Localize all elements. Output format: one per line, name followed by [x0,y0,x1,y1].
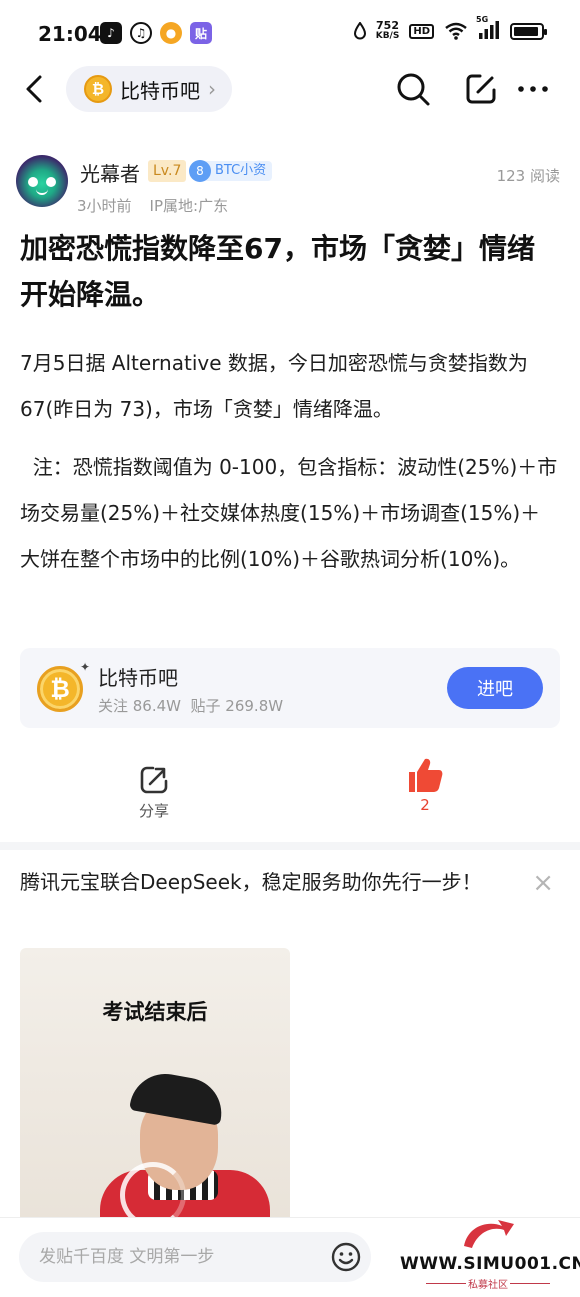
battery-icon [510,22,547,40]
network-speed: 752 KB/S [376,20,400,42]
status-bar: 21:04 ♪ ♫ ● 贴 752 KB/S HD 5G [0,0,580,64]
back-icon[interactable] [20,72,52,106]
post-title: 加密恐慌指数降至67，市场「贪婪」情绪开始降温。 [20,232,535,311]
share-label: 分享 [138,802,169,820]
speed-unit: KB/S [375,31,400,41]
forum-name: 比特币吧 [120,78,200,103]
forum-card[interactable]: ₿ ✦ 比特币吧 关注 86.4W 贴子 269.8W 进吧 [20,648,560,728]
forum-card-stats: 关注 86.4W 贴子 269.8W [98,697,284,715]
tiktok-icon: ♪ [100,22,122,44]
read-count: 123 阅读 [496,167,560,185]
share-icon [140,766,168,794]
status-indicators: 752 KB/S HD 5G [353,15,547,42]
close-icon[interactable]: × [532,870,554,896]
search-icon[interactable] [394,70,432,108]
author-avatar[interactable] [16,155,68,207]
tieba-icon: 贴 [190,22,212,44]
btc-tag: BTC小资 [203,161,273,181]
btc-level-icon: 8 [189,160,211,182]
author-name[interactable]: 光幕者 [80,158,140,187]
weibo-icon: ● [160,22,182,44]
post-time: 3小时前 [77,197,132,215]
btc-badge: 8 BTC小资 [189,159,273,183]
watermark-line [510,1283,550,1284]
status-time: 21:04 [38,22,102,46]
hd-badge: HD [409,23,434,39]
netease-icon: ♫ [130,22,152,44]
avatar-mouth [36,189,48,195]
bitcoin-icon: ₿ [37,666,83,712]
speed-value: 752 [376,19,399,32]
like-count: 2 [420,796,430,814]
ip-location: IP属地:广东 [149,197,229,215]
edit-icon[interactable] [462,70,500,108]
forum-pill[interactable]: ₿ 比特币吧 › [66,66,232,112]
like-button[interactable]: 2 [402,756,448,820]
sparkle-icon: ✦ [80,660,91,674]
bitcoin-icon: ₿ [84,75,112,103]
post-meta: 3小时前 IP属地:广东 [77,195,228,216]
forum-card-name: 比特币吧 [98,666,178,690]
status-notification-icons: ♪ ♫ ● 贴 [100,22,212,44]
video-caption: 考试结束后 [102,1000,208,1024]
avatar-eye [28,177,38,187]
water-drop-icon [353,22,366,40]
more-icon[interactable] [514,70,552,108]
network-type: 5G [476,14,489,24]
ad-video[interactable]: 考试结束后 [20,948,290,1238]
wifi-icon [445,22,467,40]
avatar-eye [46,177,56,187]
emoji-icon[interactable] [330,1241,362,1273]
post-paragraph: 注：恐慌指数阈值为 0-100，包含指标：波动性(25%)＋市场交易量(25%)… [20,455,558,571]
share-button[interactable]: 分享 [128,760,180,820]
watermark-logo-icon [464,1220,514,1249]
chevron-right-icon: › [208,77,216,101]
signal-icon: 5G [476,15,500,42]
reply-input[interactable] [19,1232,371,1282]
join-forum-button[interactable]: 进吧 [447,667,543,709]
nav-bar: ₿ 比特币吧 › [0,64,580,114]
section-divider [0,842,580,850]
post-paragraph: 7月5日据 Alternative 数据，今日加密恐慌与贪婪指数为 67(昨日为… [20,351,528,421]
level-badge: Lv.7 [148,160,187,182]
thumbs-up-icon [409,758,443,792]
ad-title[interactable]: 腾讯元宝联合DeepSeek，稳定服务助你先行一步！ [20,860,490,904]
watermark-site: WWW.SIMU001.CN [400,1254,580,1274]
watermark: WWW.SIMU001.CN 私募社区 [400,1216,580,1292]
